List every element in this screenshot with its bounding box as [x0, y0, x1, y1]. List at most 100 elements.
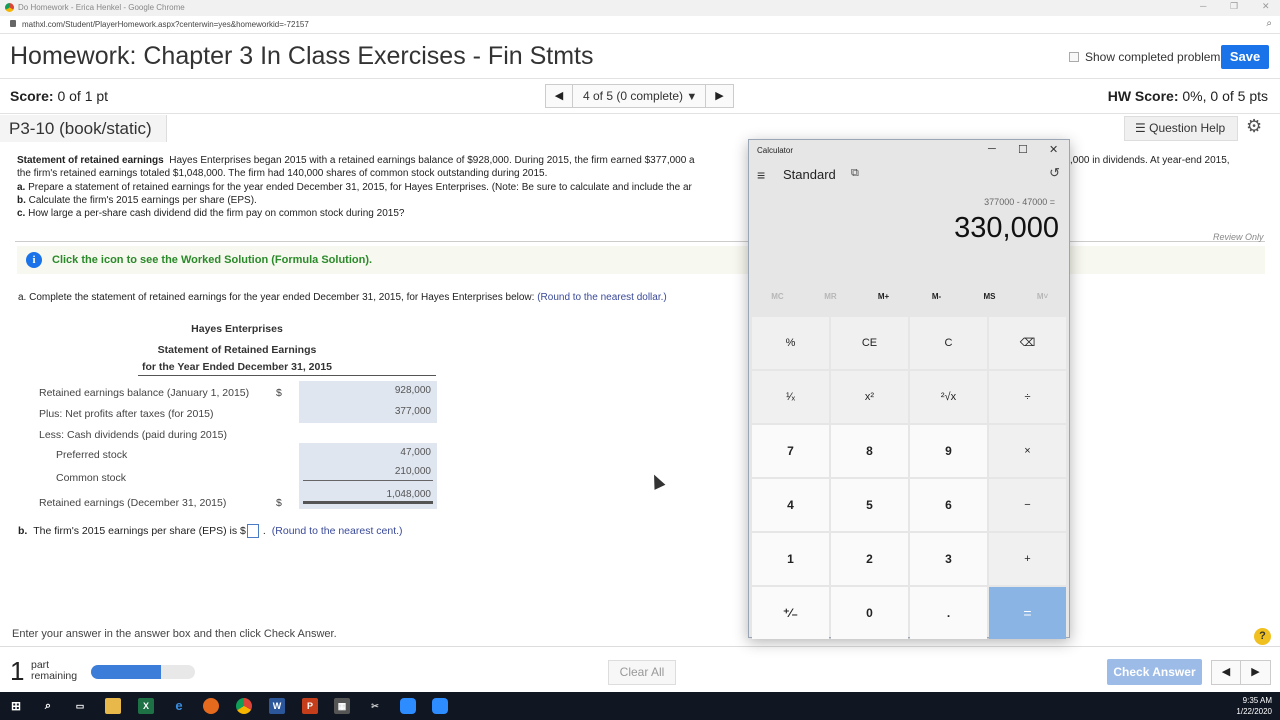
- digit-7-key[interactable]: 7: [752, 425, 829, 477]
- question-c-prefix: c.: [17, 208, 26, 220]
- square-key[interactable]: x²: [831, 371, 908, 423]
- calc-close-icon[interactable]: ✕: [1049, 143, 1058, 156]
- subtract-key[interactable]: −: [989, 479, 1066, 531]
- file-explorer-icon[interactable]: [105, 698, 121, 714]
- hw-score: HW Score: 0%, 0 of 5 pts: [1108, 88, 1268, 104]
- clear-key[interactable]: C: [910, 317, 987, 369]
- address-bar[interactable]: mathxl.com/Student/PlayerHomework.aspx?c…: [0, 16, 1280, 34]
- next-question-button[interactable]: ▶: [706, 84, 734, 108]
- check-answer-button[interactable]: Check Answer: [1107, 659, 1202, 685]
- word-icon[interactable]: W: [269, 698, 285, 714]
- score-value: 0 of 1 pt: [57, 88, 109, 104]
- divide-key[interactable]: ÷: [989, 371, 1066, 423]
- answer-cell[interactable]: 377,000: [301, 402, 435, 421]
- equals-key[interactable]: =: [989, 587, 1066, 639]
- divider: [138, 375, 436, 376]
- window-title: Do Homework - Erica Henkel - Google Chro…: [18, 3, 185, 12]
- question-a: Prepare a statement of retained earnings…: [28, 181, 692, 193]
- memory-recall-button: MR: [824, 292, 837, 301]
- search-icon[interactable]: ⌕: [40, 698, 56, 714]
- digit-8-key[interactable]: 8: [831, 425, 908, 477]
- part-a-prefix: a.: [18, 292, 27, 303]
- windows-start-icon[interactable]: ⊞: [8, 698, 24, 714]
- powerpoint-icon[interactable]: P: [302, 698, 318, 714]
- firefox-icon[interactable]: [203, 698, 219, 714]
- parts-label-line2: remaining: [31, 670, 78, 682]
- digit-0-key[interactable]: 0: [831, 587, 908, 639]
- memory-add-button[interactable]: M+: [857, 292, 910, 301]
- prev-question-button-bottom[interactable]: ◀: [1211, 660, 1241, 685]
- calculator-titlebar[interactable]: Calculator ─ ☐ ✕: [749, 140, 1069, 160]
- decimal-key[interactable]: .: [910, 587, 987, 639]
- memory-subtract-button[interactable]: M-: [910, 292, 963, 301]
- snipping-tool-icon[interactable]: ✂: [367, 698, 383, 714]
- show-completed-label: Show completed problem: [1085, 50, 1221, 64]
- digit-4-key[interactable]: 4: [752, 479, 829, 531]
- help-icon[interactable]: ?: [1254, 628, 1271, 645]
- question-help-button[interactable]: ☰ Question Help: [1124, 116, 1238, 141]
- keep-on-top-icon[interactable]: ⧉: [851, 167, 859, 180]
- url-text: mathxl.com/Student/PlayerHomework.aspx?c…: [22, 20, 309, 29]
- calc-maximize-icon[interactable]: ☐: [1018, 143, 1028, 156]
- zoom-app-icon[interactable]: [400, 698, 416, 714]
- dollar-sign: $: [276, 497, 282, 509]
- zoom-icon[interactable]: ⌕: [1266, 18, 1272, 29]
- digit-2-key[interactable]: 2: [831, 533, 908, 585]
- digit-6-key[interactable]: 6: [910, 479, 987, 531]
- restore-icon[interactable]: ❐: [1230, 1, 1238, 12]
- zoom-meeting-icon[interactable]: [432, 698, 448, 714]
- reciprocal-key[interactable]: ¹⁄ₓ: [752, 371, 829, 423]
- backspace-key[interactable]: ⌫: [989, 317, 1066, 369]
- calculator-title: Calculator: [757, 146, 794, 155]
- system-clock[interactable]: 9:35 AM 1/22/2020: [1236, 695, 1272, 717]
- negate-key[interactable]: ⁺⁄₋: [752, 587, 829, 639]
- calculator-taskbar-icon[interactable]: ▦: [334, 698, 350, 714]
- hamburger-menu-icon[interactable]: ≡: [757, 167, 765, 183]
- parts-remaining-count: 1: [10, 656, 25, 686]
- row-label: Less: Cash dividends (paid during 2015): [39, 429, 227, 441]
- show-completed-checkbox[interactable]: [1069, 52, 1079, 62]
- eps-input[interactable]: [246, 524, 259, 538]
- percent-key[interactable]: %: [752, 317, 829, 369]
- excel-icon[interactable]: X: [138, 698, 154, 714]
- divider: [0, 113, 1280, 114]
- statement-name: Statement of Retained Earnings: [157, 344, 317, 356]
- digit-3-key[interactable]: 3: [910, 533, 987, 585]
- gear-icon[interactable]: ⚙: [1246, 116, 1262, 137]
- digit-9-key[interactable]: 9: [910, 425, 987, 477]
- answer-cell[interactable]: 928,000: [301, 381, 435, 400]
- chrome-taskbar-icon[interactable]: [236, 698, 252, 714]
- calculator-mode: Standard: [783, 167, 836, 182]
- statement-period: for the Year Ended December 31, 2015: [141, 361, 333, 373]
- minimize-icon[interactable]: ─: [1200, 1, 1206, 11]
- calculator-result: 330,000: [954, 212, 1059, 244]
- answer-cell[interactable]: 210,000: [301, 462, 435, 481]
- total-double-rule: [303, 501, 433, 504]
- show-completed-toggle[interactable]: Show completed problem: [1069, 50, 1220, 64]
- digit-1-key[interactable]: 1: [752, 533, 829, 585]
- calc-minimize-icon[interactable]: ─: [988, 143, 996, 155]
- multiply-key[interactable]: ×: [989, 425, 1066, 477]
- prev-question-button[interactable]: ◀: [545, 84, 573, 108]
- history-icon[interactable]: ↺: [1049, 165, 1060, 181]
- memory-store-button[interactable]: MS: [963, 292, 1016, 301]
- info-icon[interactable]: i: [26, 252, 42, 268]
- clear-all-button[interactable]: Clear All: [608, 660, 676, 685]
- edge-icon[interactable]: e: [171, 698, 187, 714]
- next-question-button-bottom[interactable]: ▶: [1241, 660, 1271, 685]
- square-root-key[interactable]: ²√x: [910, 371, 987, 423]
- answer-cell[interactable]: 47,000: [301, 443, 435, 462]
- calculator-window[interactable]: Calculator ─ ☐ ✕ ≡ Standard ⧉ ↺ 377000 -…: [748, 139, 1070, 639]
- part-b-hint: (Round to the nearest cent.): [271, 525, 403, 537]
- digit-5-key[interactable]: 5: [831, 479, 908, 531]
- task-view-icon[interactable]: ▭: [72, 698, 88, 714]
- part-a-text: Complete the statement of retained earni…: [29, 292, 535, 303]
- close-icon[interactable]: ✕: [1262, 1, 1270, 12]
- add-key[interactable]: +: [989, 533, 1066, 585]
- page-title: Homework: Chapter 3 In Class Exercises -…: [10, 42, 594, 70]
- question-selector[interactable]: 4 of 5 (0 complete) ▼: [573, 84, 706, 108]
- clear-entry-key[interactable]: CE: [831, 317, 908, 369]
- statement-line1: Hayes Enterprises began 2015 with a reta…: [169, 155, 695, 166]
- save-button[interactable]: Save: [1221, 45, 1269, 69]
- divider: [15, 241, 1265, 242]
